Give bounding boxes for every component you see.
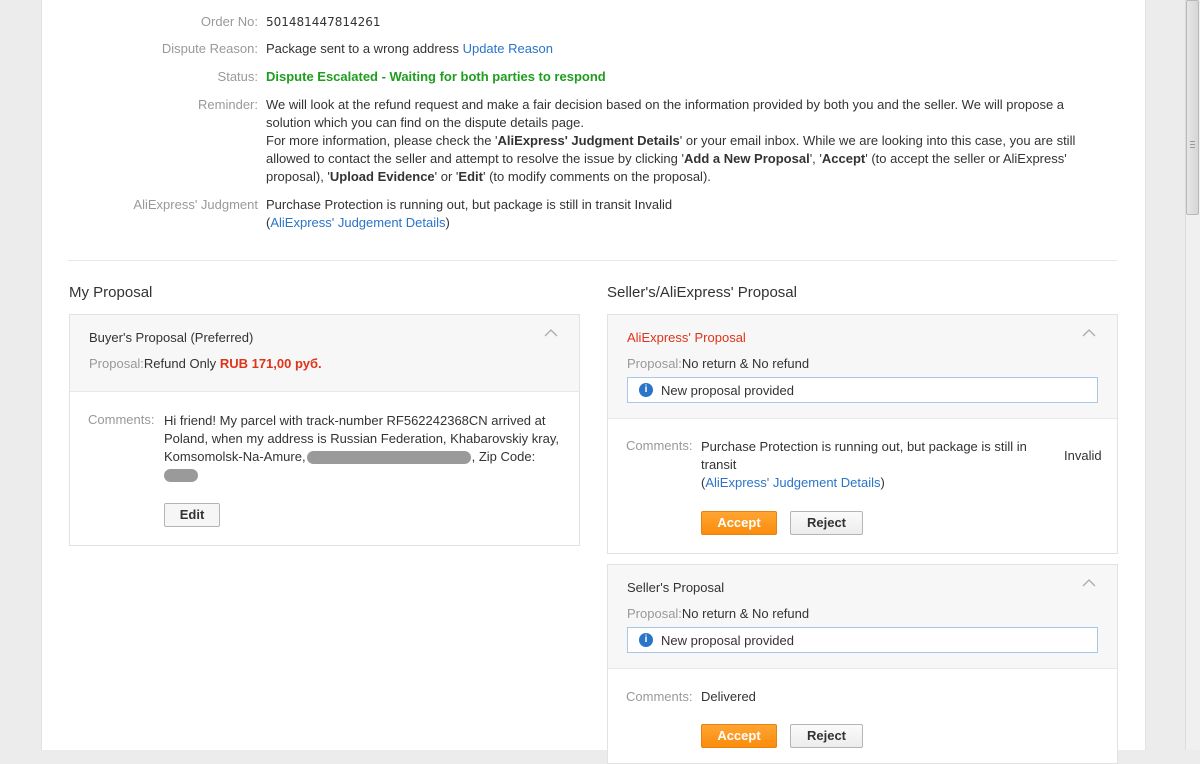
scroll-grip-icon <box>1190 141 1195 148</box>
vertical-scrollbar[interactable] <box>1185 0 1200 750</box>
judgment-value: Purchase Protection is running out, but … <box>266 197 673 212</box>
redacted-address <box>307 451 471 464</box>
judgement-details-link[interactable]: AliExpress' Judgement Details <box>705 475 880 490</box>
comments-label: Comments: <box>626 689 693 704</box>
info-icon: i <box>639 383 653 397</box>
verdict-text: Invalid <box>1064 448 1102 463</box>
buyer-proposal-title: Buyer's Proposal (Preferred) <box>89 330 254 345</box>
redacted-zip <box>164 469 198 482</box>
proposal-amount: RUB 171,00 руб. <box>219 356 322 371</box>
order-label: Order No: <box>200 14 258 29</box>
new-proposal-notice: i New proposal provided <box>627 627 1098 653</box>
seller-proposal-title: Seller's Proposal <box>627 580 725 595</box>
chevron-up-icon[interactable] <box>544 328 558 340</box>
chevron-up-icon[interactable] <box>1082 328 1096 340</box>
section-divider <box>68 260 1117 261</box>
seller-proposal-panel: Seller's Proposal Proposal:No return & N… <box>607 564 1118 764</box>
judgement-details-link[interactable]: AliExpress' Judgement Details <box>270 215 445 230</box>
buyer-comment: Hi friend! My parcel with track-number R… <box>164 412 574 484</box>
aliexpress-comment: Purchase Protection is running out, but … <box>701 439 1027 490</box>
scrollbar-thumb[interactable] <box>1186 0 1199 215</box>
reminder-label: Reminder: <box>198 97 258 112</box>
reason-label: Dispute Reason: <box>161 41 258 56</box>
accept-button[interactable]: Accept <box>701 511 777 535</box>
dispute-page: Order No: 501481447814261 Dispute Reason… <box>41 0 1146 764</box>
reject-button[interactable]: Reject <box>790 511 863 535</box>
comments-label: Comments: <box>88 412 155 427</box>
accept-button[interactable]: Accept <box>701 724 777 748</box>
proposal-label: Proposal: <box>627 606 682 621</box>
new-proposal-notice: i New proposal provided <box>627 377 1098 403</box>
status-value: Dispute Escalated - Waiting for both par… <box>266 69 606 84</box>
aliexpress-proposal-panel: AliExpress' Proposal Proposal:No return … <box>607 314 1118 554</box>
buyer-proposal-header: Buyer's Proposal (Preferred) Proposal:Re… <box>70 315 579 392</box>
reminder-text: We will look at the refund request and m… <box>266 97 1076 184</box>
chevron-up-icon[interactable] <box>1082 578 1096 590</box>
proposal-value: Refund Only <box>143 356 217 371</box>
my-proposal-title: My Proposal <box>69 284 153 301</box>
seller-comment: Delivered <box>701 689 756 704</box>
buyer-proposal-panel: Buyer's Proposal (Preferred) Proposal:Re… <box>69 314 580 546</box>
reason-value: Package sent to a wrong address <box>266 41 459 56</box>
aliexpress-proposal-title: AliExpress' Proposal <box>627 330 746 345</box>
proposal-value: No return & No refund <box>681 606 810 621</box>
edit-button[interactable]: Edit <box>164 503 220 527</box>
update-reason-link[interactable]: Update Reason <box>463 41 553 56</box>
status-label: Status: <box>217 69 258 84</box>
reject-button[interactable]: Reject <box>790 724 863 748</box>
proposal-label: Proposal: <box>627 356 682 371</box>
comments-label: Comments: <box>626 438 693 453</box>
seller-section-title: Seller's/AliExpress' Proposal <box>607 284 797 301</box>
aliexpress-proposal-header: AliExpress' Proposal Proposal:No return … <box>608 315 1117 419</box>
proposal-value: No return & No refund <box>681 356 810 371</box>
seller-proposal-header: Seller's Proposal Proposal:No return & N… <box>608 565 1117 669</box>
info-icon: i <box>639 633 653 647</box>
order-number: 501481447814261 <box>266 15 381 29</box>
proposal-label: Proposal: <box>89 356 144 371</box>
judgment-label: AliExpress' Judgment <box>133 197 258 212</box>
